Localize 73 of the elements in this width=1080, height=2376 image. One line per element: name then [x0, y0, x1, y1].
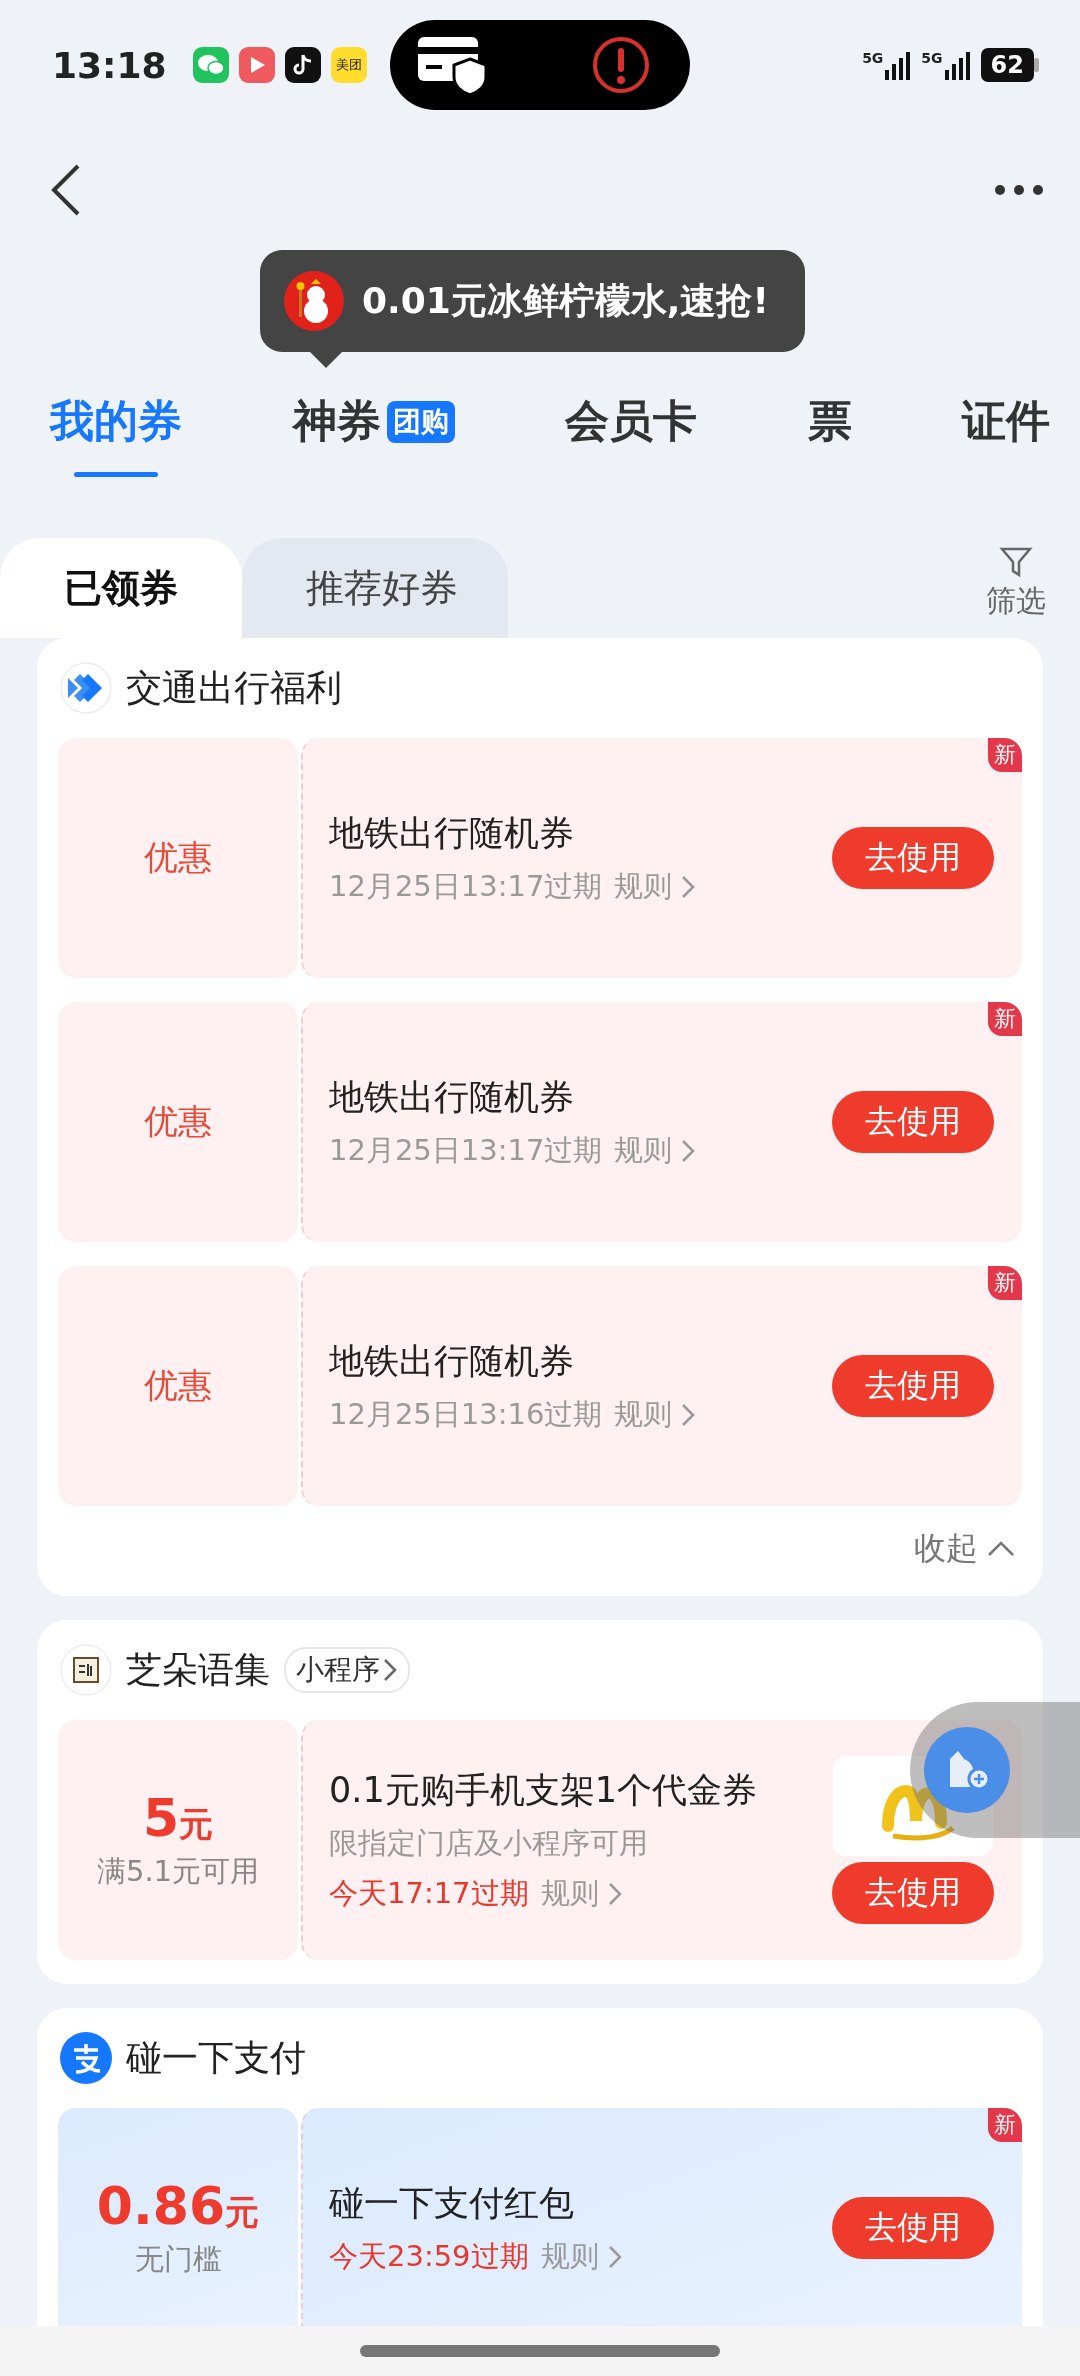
mini-program-tag[interactable]: 小程序 — [284, 1647, 410, 1693]
coupon-condition: 无门槛 — [134, 2241, 222, 2278]
new-badge: 新 — [988, 2108, 1022, 2142]
filter-button[interactable]: 筛选 — [980, 543, 1052, 623]
app-icon: 美团 — [330, 47, 367, 83]
tab-badge: 团购 — [386, 400, 455, 443]
expiry-date: 12月25日13:17过期 — [329, 1131, 603, 1169]
battery-cap-icon — [1034, 58, 1040, 72]
expiry-date: 今天23:59过期 — [329, 2237, 529, 2275]
more-icon[interactable] — [994, 184, 1044, 196]
floating-assistant[interactable] — [910, 1702, 1080, 1838]
coupon-title: 0.1元购手机支架1个代金券 — [329, 1768, 758, 1812]
coupon-type: 优惠 — [144, 836, 212, 879]
use-button[interactable]: 去使用 — [832, 1862, 994, 1924]
rules-link[interactable]: 规则 — [614, 1130, 697, 1171]
subtab[interactable]: 已领券 — [0, 538, 242, 638]
group-title: 交通出行福利 — [126, 665, 342, 710]
coupon-title: 地铁出行随机券 — [329, 1339, 575, 1383]
coupon-title: 地铁出行随机券 — [329, 1075, 575, 1119]
rules-link[interactable]: 规则 — [540, 2236, 623, 2277]
collapse-button[interactable]: 收起 — [908, 1526, 1022, 1572]
use-button[interactable]: 去使用 — [832, 827, 994, 889]
expiry-date: 今天17:17过期 — [329, 1874, 529, 1912]
rules-link[interactable]: 规则 — [614, 866, 697, 907]
coupon-type: 优惠 — [144, 1364, 212, 1407]
tab[interactable]: 会员卡 — [565, 378, 697, 481]
chevron-right-icon — [382, 1657, 398, 1683]
battery-level: 62 — [980, 48, 1034, 82]
use-button[interactable]: 去使用 — [832, 1091, 994, 1153]
snowman-mascot-icon — [284, 271, 344, 331]
coupon-note: 限指定门店及小程序可用 — [329, 1824, 649, 1862]
coupon-type: 优惠 — [144, 1100, 212, 1143]
coupon-condition: 满5.1元可用 — [96, 1853, 260, 1890]
rules-link[interactable]: 规则 — [540, 1873, 623, 1914]
coupon-amount: 0.86元 — [96, 2176, 260, 2236]
rules-link[interactable]: 规则 — [614, 1394, 697, 1435]
double-chevron-icon — [60, 662, 112, 714]
new-badge: 新 — [988, 1266, 1022, 1300]
chevron-right-icon — [680, 1137, 697, 1164]
tab[interactable]: 票 — [807, 378, 852, 481]
tab[interactable]: 神券 团购 — [292, 378, 455, 481]
coupon-title: 碰一下支付红包 — [329, 2181, 575, 2225]
clock: 13:18 — [52, 44, 167, 86]
tab[interactable]: 我的券 — [50, 378, 182, 481]
group-title: 芝朵语集 — [126, 1647, 270, 1692]
store-logo-icon — [60, 1644, 112, 1696]
assistant-icon — [924, 1727, 1010, 1813]
pay-logo-icon — [60, 2032, 112, 2084]
signal-icon — [944, 50, 971, 80]
subtab[interactable]: 推荐好券 — [242, 538, 508, 638]
new-badge: 新 — [988, 738, 1022, 772]
network-type: 5G — [862, 50, 884, 66]
new-badge: 新 — [988, 1002, 1022, 1036]
group-title: 碰一下支付 — [126, 2035, 306, 2080]
chevron-right-icon — [606, 2243, 623, 2270]
play-app-icon — [238, 47, 275, 83]
chevron-right-icon — [606, 1880, 623, 1907]
signal-icon — [885, 50, 912, 80]
chevron-up-icon — [986, 1540, 1016, 1558]
expiry-date: 12月25日13:16过期 — [329, 1395, 603, 1433]
tooltip-text: 0.01元冰鲜柠檬水,速抢! — [362, 278, 769, 323]
music-note-app-icon — [284, 47, 321, 83]
use-button[interactable]: 去使用 — [832, 1355, 994, 1417]
use-button[interactable]: 去使用 — [832, 2197, 994, 2259]
coupon-title: 地铁出行随机券 — [329, 811, 575, 855]
tab[interactable]: 证件 — [962, 378, 1050, 481]
alert-icon — [592, 36, 650, 94]
expiry-date: 12月25日13:17过期 — [329, 867, 603, 905]
chevron-right-icon — [680, 873, 697, 900]
coupon-amount: 5元 — [142, 1788, 214, 1848]
chevron-right-icon — [680, 1401, 697, 1428]
chat-app-icon — [192, 47, 229, 83]
network-type: 5G — [921, 50, 943, 66]
